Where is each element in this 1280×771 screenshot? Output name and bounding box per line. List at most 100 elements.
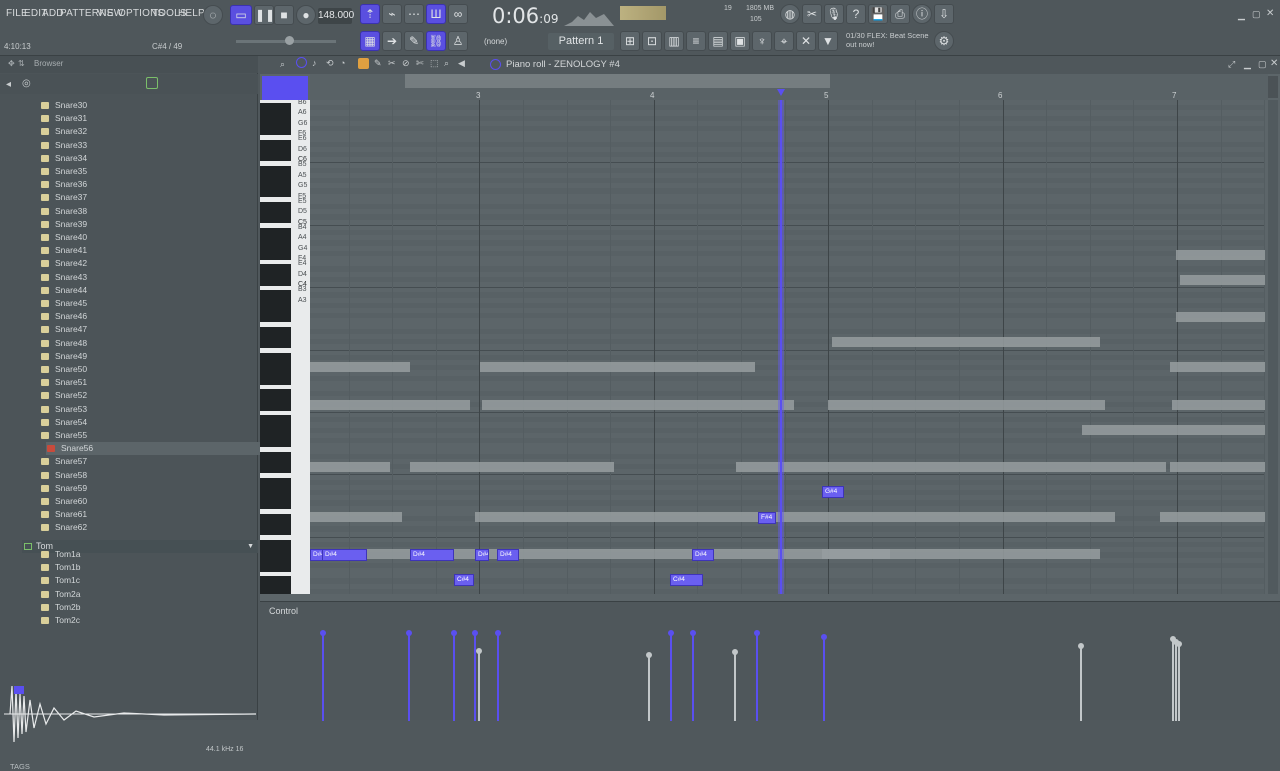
browser-item[interactable]: Snare31: [40, 112, 254, 125]
velocity-handle[interactable]: [732, 649, 738, 655]
pencil-icon[interactable]: ✎: [404, 31, 424, 51]
black-key[interactable]: [260, 576, 291, 588]
folder-icon[interactable]: ▣: [730, 31, 750, 51]
browser-item[interactable]: Snare46: [40, 310, 254, 323]
black-key[interactable]: [260, 186, 291, 198]
velocity-handle[interactable]: [690, 630, 696, 636]
note-grid[interactable]: D#4 D#4 D#4 D#4 D#4 D#4 C#4 C#4 F#4 G#4: [310, 100, 1265, 594]
mute-tool-icon[interactable]: ⊘: [402, 58, 410, 69]
black-key[interactable]: [260, 415, 291, 427]
black-key[interactable]: [260, 488, 291, 499]
typing-keyboard-icon[interactable]: ▦: [360, 31, 380, 51]
note[interactable]: C#4: [454, 574, 474, 586]
browser-item[interactable]: Snare33: [40, 139, 254, 152]
browser-item[interactable]: Tom2a: [40, 588, 254, 601]
channel-rack-icon[interactable]: ⊡: [642, 31, 662, 51]
play-icon[interactable]: ♪: [312, 58, 317, 68]
browser-item[interactable]: Snare35: [40, 165, 254, 178]
browser-item[interactable]: Snare47: [40, 323, 254, 336]
tempo-display[interactable]: 148.000: [318, 8, 354, 24]
stamp-icon[interactable]: ◔: [340, 58, 345, 68]
browser-item[interactable]: Snare41: [40, 244, 254, 257]
black-key[interactable]: [260, 326, 291, 338]
velocity-bar[interactable]: [320, 630, 326, 721]
velocity-bar[interactable]: [1078, 643, 1084, 721]
browser-item[interactable]: Snare36: [40, 178, 254, 191]
note[interactable]: G#4: [822, 486, 844, 498]
loop-icon[interactable]: ⟲: [326, 58, 334, 69]
note[interactable]: D#4: [475, 549, 489, 561]
paint-tool-icon[interactable]: ✎: [374, 58, 382, 69]
note[interactable]: F#4: [758, 512, 776, 524]
browser-view-icon[interactable]: [146, 77, 158, 89]
browser-item[interactable]: Snare32: [40, 125, 254, 138]
browser-pin-icon[interactable]: ✥: [8, 59, 15, 68]
mic-icon[interactable]: 🎙: [824, 4, 844, 24]
black-key[interactable]: [260, 352, 291, 364]
black-key[interactable]: [260, 274, 291, 286]
arrow-icon[interactable]: ➔: [382, 31, 402, 51]
search-icon[interactable]: ◎: [22, 78, 31, 89]
black-key[interactable]: [260, 337, 291, 349]
black-key[interactable]: [260, 425, 291, 437]
browser-item[interactable]: Snare45: [40, 297, 254, 310]
zoom-tool-icon[interactable]: ⌕: [444, 58, 449, 69]
browser-item[interactable]: Snare44: [40, 284, 254, 297]
velocity-handle[interactable]: [646, 652, 652, 658]
browser-icon[interactable]: ▤: [708, 31, 728, 51]
event-editor[interactable]: Control: [260, 601, 1280, 721]
browser-item[interactable]: Snare39: [40, 218, 254, 231]
piano-roll-corner[interactable]: [262, 76, 308, 100]
song-time-display[interactable]: 0:06:09: [492, 4, 558, 28]
velocity-handle[interactable]: [406, 630, 412, 636]
black-key[interactable]: [260, 436, 291, 447]
velocity-handle[interactable]: [476, 648, 482, 654]
velocity-bar[interactable]: [754, 630, 760, 721]
browser-item[interactable]: Snare56: [46, 442, 260, 456]
browser-item[interactable]: Tom1b: [40, 561, 254, 574]
browser-item[interactable]: Snare58: [40, 469, 254, 482]
wrench-icon[interactable]: ✕: [796, 31, 816, 51]
black-key[interactable]: [260, 524, 291, 536]
black-key[interactable]: [260, 124, 291, 135]
speaker-icon[interactable]: ◀: [458, 58, 465, 69]
cpu-icon[interactable]: ◍: [780, 4, 800, 24]
black-key[interactable]: [260, 139, 291, 151]
minimize-icon[interactable]: ▁: [1244, 59, 1251, 70]
maximize-icon[interactable]: ▢: [1252, 9, 1261, 20]
stamp-icon[interactable]: ♙: [448, 31, 468, 51]
sample-play-icon[interactable]: [14, 686, 24, 694]
black-key[interactable]: [260, 228, 291, 239]
black-key[interactable]: [260, 451, 291, 463]
note[interactable]: D#4: [692, 549, 714, 561]
black-key[interactable]: [260, 373, 291, 385]
velocity-handle[interactable]: [451, 630, 457, 636]
velocity-bar[interactable]: [406, 630, 412, 721]
master-volume-knob[interactable]: [285, 36, 294, 45]
black-key[interactable]: [260, 311, 291, 323]
velocity-bar[interactable]: [1176, 641, 1182, 721]
arrange-icon[interactable]: ⤢: [1228, 59, 1235, 70]
minimize-icon[interactable]: ▁: [1238, 10, 1245, 21]
browser-item[interactable]: Snare52: [40, 389, 254, 402]
black-key[interactable]: [260, 212, 291, 224]
velocity-handle[interactable]: [472, 630, 478, 636]
link-icon[interactable]: ⛓: [426, 31, 446, 51]
save-icon[interactable]: 💾: [868, 4, 888, 24]
black-key[interactable]: [260, 103, 291, 115]
velocity-bar[interactable]: [821, 634, 827, 721]
note[interactable]: D#4: [322, 549, 367, 561]
velocity-handle[interactable]: [821, 634, 827, 640]
browser-item[interactable]: Snare55: [40, 429, 254, 442]
help-icon[interactable]: ?: [846, 4, 866, 24]
browser-item[interactable]: Snare54: [40, 416, 254, 429]
note[interactable]: C#4: [670, 574, 703, 586]
black-key[interactable]: [260, 202, 291, 213]
control-label[interactable]: Control: [269, 606, 298, 616]
browser-item[interactable]: Snare60: [40, 495, 254, 508]
snap-icon[interactable]: [296, 57, 307, 68]
black-key[interactable]: [260, 290, 291, 302]
black-key[interactable]: [260, 300, 291, 312]
piano-keyboard[interactable]: B6 A6 G6 F6 E6 D6 C6 B5 A5 G5 F5 E5 D5 C5 B4 A4 G4 F4 E4 D4…: [260, 100, 310, 594]
back-icon[interactable]: ◂: [6, 79, 11, 90]
